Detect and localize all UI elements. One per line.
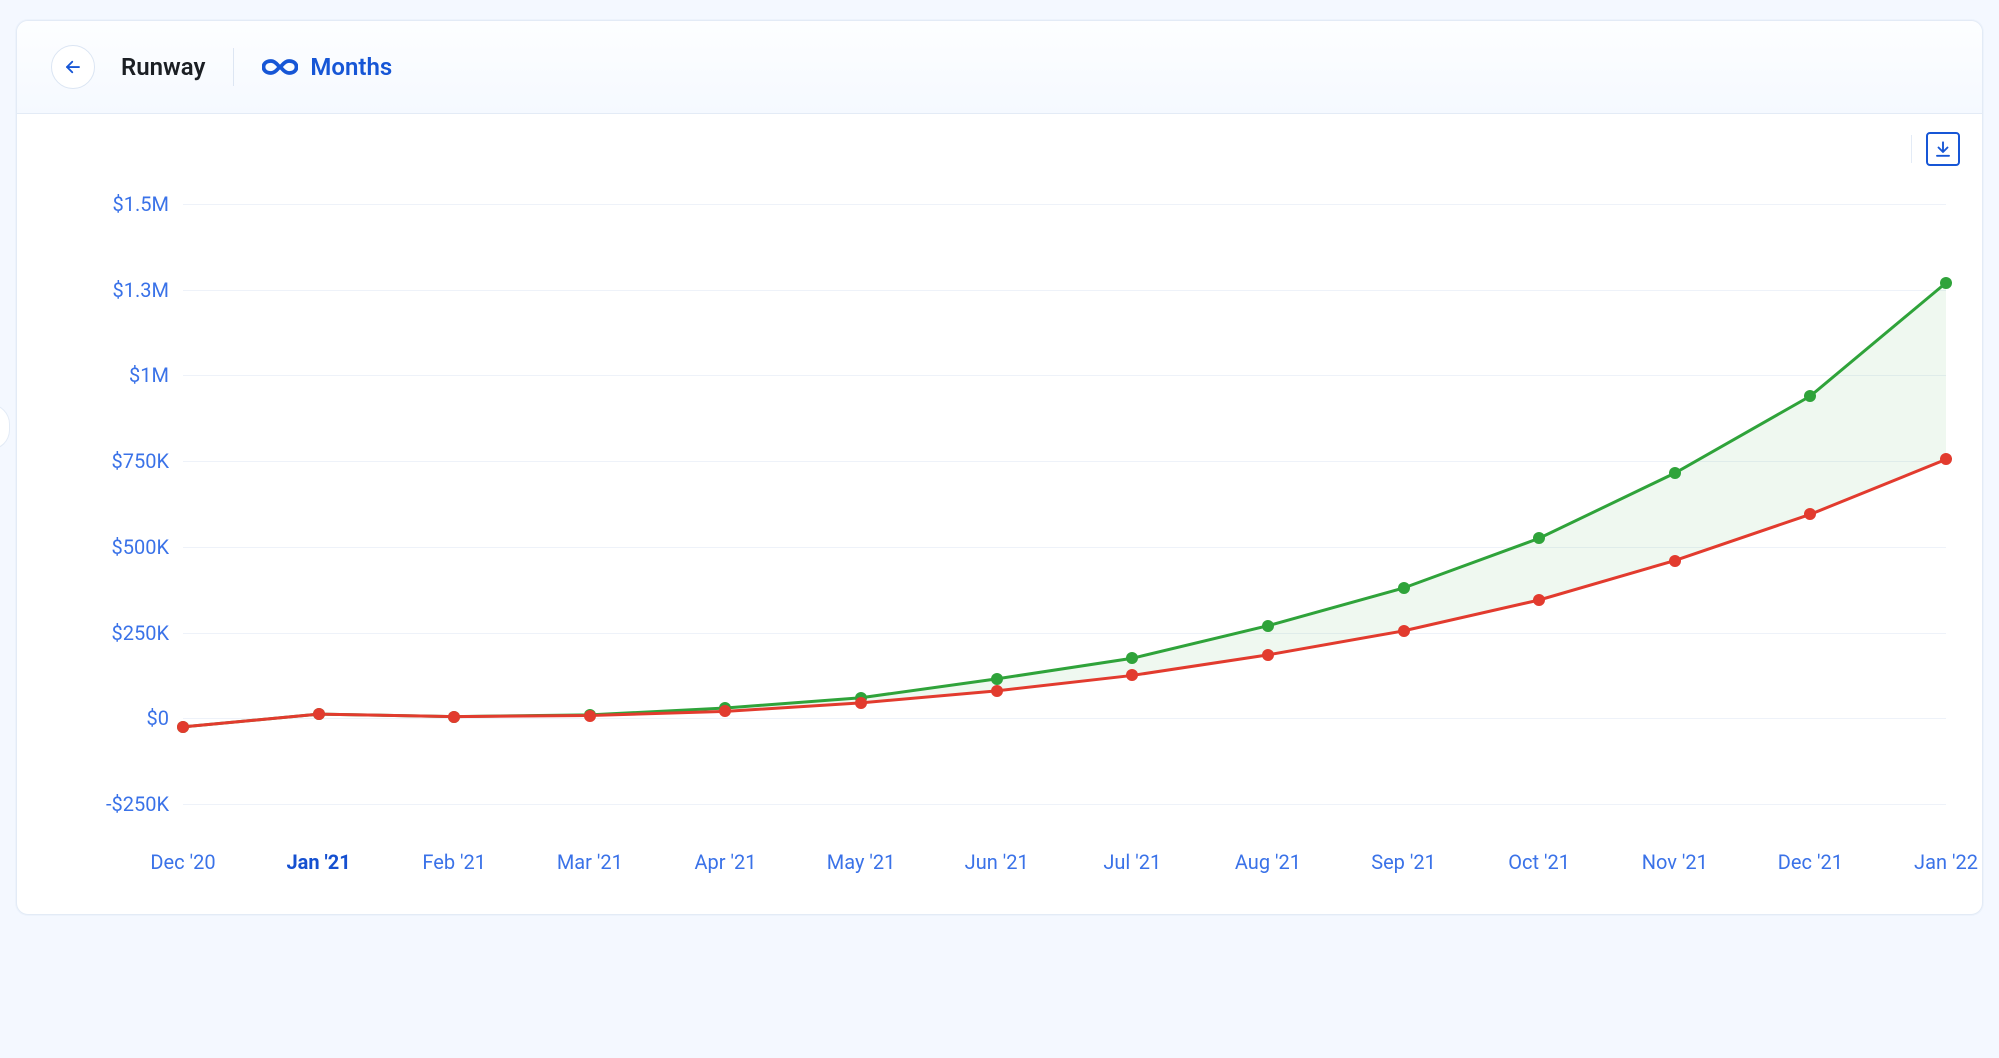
infinity-icon (262, 57, 298, 77)
metric-label: Months (310, 53, 392, 81)
download-button[interactable] (1926, 132, 1960, 166)
runway-card: Runway Months -$250K$0$250K$50 (16, 20, 1983, 915)
card-header: Runway Months (17, 21, 1982, 114)
back-button[interactable] (51, 45, 95, 89)
download-icon (1934, 140, 1952, 158)
y-axis-tick: $250K (43, 621, 169, 645)
page-title: Runway (121, 53, 205, 81)
y-axis-tick: $1.3M (43, 278, 169, 302)
chart-toolbar (1911, 132, 1960, 166)
runway-metric: Months (262, 53, 392, 81)
toolbar-divider (1911, 135, 1912, 163)
y-axis-tick: $1.5M (43, 192, 169, 216)
area-between (183, 283, 1946, 727)
edge-tab[interactable] (0, 404, 10, 450)
y-axis-tick: $500K (43, 535, 169, 559)
arrow-left-icon (64, 58, 82, 76)
card-body: -$250K$0$250K$500K$750K$1M$1.3M$1.5MDec … (17, 114, 1982, 914)
y-axis-tick: -$250K (43, 792, 169, 816)
y-axis-tick: $0 (43, 706, 169, 730)
runway-chart: -$250K$0$250K$500K$750K$1M$1.3M$1.5MDec … (43, 164, 1956, 884)
plot-area (183, 164, 1946, 884)
y-axis-tick: $1M (43, 363, 169, 387)
y-axis-tick: $750K (43, 449, 169, 473)
header-divider (233, 48, 234, 86)
